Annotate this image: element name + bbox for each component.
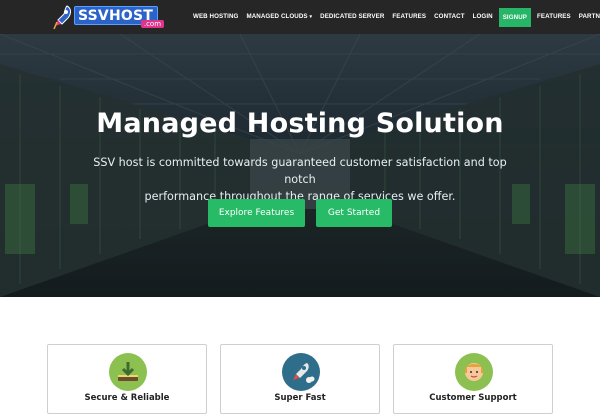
feature-card-support[interactable]: Customer Support <box>393 344 553 414</box>
feature-card-secure[interactable]: Secure & Reliable <box>47 344 207 414</box>
support-agent-icon <box>455 353 493 391</box>
feature-card-title: Super Fast <box>274 393 326 403</box>
rocket-logo-icon <box>53 5 71 30</box>
nav-features[interactable]: FEATURES <box>388 0 430 34</box>
features-section: Secure & Reliable Super Fast Customer Su… <box>0 297 600 414</box>
nav-managed-clouds[interactable]: MANAGED CLOUDS ▾ <box>242 0 316 34</box>
main-menu: WEB HOSTING MANAGED CLOUDS ▾ DEDICATED S… <box>189 0 600 34</box>
hero-subtitle: SSV host is committed towards guaranteed… <box>80 154 520 205</box>
nav-web-hosting[interactable]: WEB HOSTING <box>189 0 242 34</box>
nav-signup-button[interactable]: SIGNUP <box>498 7 532 27</box>
feature-card-fast[interactable]: Super Fast <box>220 344 380 414</box>
caret-down-icon: ▾ <box>309 14 313 20</box>
nav-login[interactable]: LOGIN <box>469 0 497 34</box>
site-logo[interactable]: SSVHOST .com <box>53 4 165 30</box>
logo-domain-suffix: .com <box>140 20 165 28</box>
download-icon <box>109 353 147 391</box>
top-navbar: SSVHOST .com WEB HOSTING MANAGED CLOUDS … <box>0 0 600 34</box>
hero-title: Managed Hosting Solution <box>96 108 504 139</box>
feature-card-title: Secure & Reliable <box>84 393 170 403</box>
hero-subtitle-line-1: SSV host is committed towards guaranteed… <box>93 156 507 186</box>
nav-partners[interactable]: PARTNERS <box>575 0 600 34</box>
explore-features-button[interactable]: Explore Features <box>208 199 305 227</box>
nav-contact[interactable]: CONTACT <box>430 0 469 34</box>
hero-banner: Managed Hosting Solution SSV host is com… <box>0 34 600 297</box>
nav-managed-clouds-label: MANAGED CLOUDS <box>246 13 308 20</box>
get-started-button[interactable]: Get Started <box>316 199 392 227</box>
feature-card-title: Customer Support <box>429 393 517 403</box>
nav-dedicated-server[interactable]: DEDICATED SERVER <box>316 0 388 34</box>
nav-features-2[interactable]: FEATURES <box>533 0 575 34</box>
rocket-icon <box>282 353 320 391</box>
